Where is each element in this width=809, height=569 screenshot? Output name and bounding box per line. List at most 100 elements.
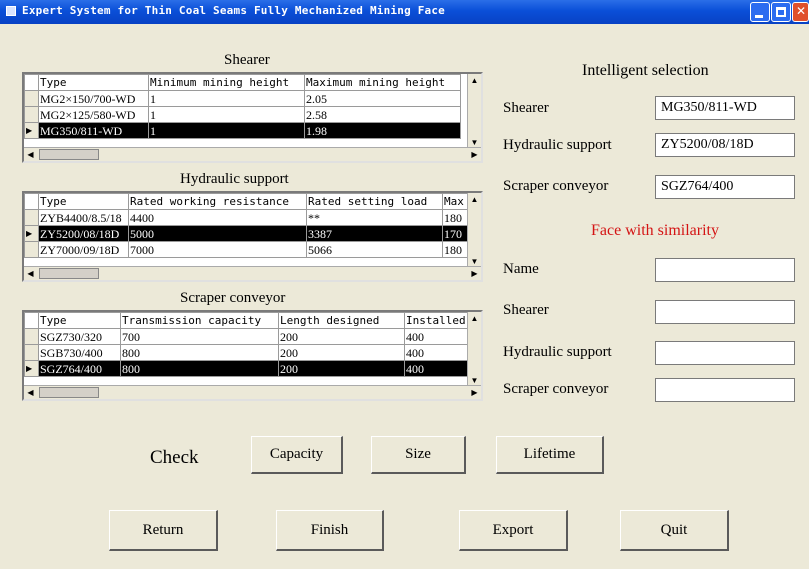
table-row[interactable]: SGB730/400 800 200 400 [24,344,471,361]
scroll-right-icon[interactable]: ▶ [468,148,481,161]
row-indicator[interactable] [24,344,39,361]
scroll-left-icon[interactable]: ◀ [24,148,37,161]
table-cell[interactable]: 7000 [128,241,307,258]
similar-hydraulic-field[interactable] [655,341,795,365]
shearer-vscroll[interactable]: ▲ ▼ [467,74,481,149]
table-cell[interactable]: 2.05 [304,90,461,107]
table-cell[interactable]: ZYB4400/8.5/18 [38,209,129,226]
selected-shearer-field[interactable]: MG350/811-WD [655,96,795,120]
scroll-thumb[interactable] [39,387,99,398]
conveyor-vscroll[interactable]: ▲ ▼ [467,312,481,387]
similar-shearer-field[interactable] [655,300,795,324]
row-indicator[interactable] [24,90,39,107]
table-cell[interactable]: SGZ730/320 [38,328,121,345]
column-header[interactable]: Rated working resistance [128,193,307,210]
table-cell[interactable]: 400 [404,328,471,345]
table-row[interactable]: ZY7000/09/18D 7000 5066 180 [24,241,473,258]
table-cell[interactable]: 1 [148,106,305,123]
column-header[interactable]: Type [38,74,149,91]
column-header[interactable]: Type [38,312,121,329]
row-indicator[interactable] [24,328,39,345]
quit-button[interactable]: Quit [620,510,729,551]
column-header[interactable]: Installed [404,312,471,329]
row-indicator[interactable] [24,106,39,123]
selected-hydraulic-field[interactable]: ZY5200/08/18D [655,133,795,157]
size-button[interactable]: Size [371,436,466,474]
table-cell[interactable]: MG350/811-WD [38,122,149,139]
table-cell[interactable]: 5066 [306,241,443,258]
table-cell[interactable]: ** [306,209,443,226]
lifetime-button[interactable]: Lifetime [496,436,604,474]
row-indicator[interactable]: ▶ [24,122,39,139]
table-row[interactable]: ZYB4400/8.5/18 4400 ** 180 [24,209,473,226]
scroll-up-icon[interactable]: ▲ [468,74,481,87]
scroll-right-icon[interactable]: ▶ [468,386,481,399]
similar-conveyor-field[interactable] [655,378,795,402]
hydraulic-vscroll[interactable]: ▲ ▼ [467,193,481,268]
scroll-left-icon[interactable]: ◀ [24,267,37,280]
column-header[interactable]: Transmission capacity [120,312,279,329]
return-button[interactable]: Return [109,510,218,551]
row-indicator[interactable] [24,209,39,226]
table-cell[interactable]: 2.58 [304,106,461,123]
similar-conveyor-label: Scraper conveyor [503,381,609,397]
app-icon[interactable] [6,6,16,16]
row-indicator [24,74,39,91]
table-cell[interactable]: 5000 [128,225,307,242]
capacity-button[interactable]: Capacity [251,436,343,474]
scroll-right-icon[interactable]: ▶ [468,267,481,280]
table-cell[interactable]: 400 [404,344,471,361]
scroll-thumb[interactable] [39,149,99,160]
table-cell[interactable]: 3387 [306,225,443,242]
hydraulic-hscroll[interactable]: ◀ ▶ [24,266,481,280]
table-cell[interactable]: 1 [148,90,305,107]
table-cell[interactable]: MG2×150/700-WD [38,90,149,107]
table-cell[interactable]: 1 [148,122,305,139]
table-row[interactable]: MG2×125/580-WD 1 2.58 [24,106,461,123]
scroll-thumb[interactable] [39,268,99,279]
table-row[interactable]: ▶ MG350/811-WD 1 1.98 [24,122,461,139]
table-cell[interactable]: SGZ764/400 [38,360,121,377]
column-header[interactable]: Minimum mining height [148,74,305,91]
column-header[interactable]: Maximum mining height [304,74,461,91]
table-cell[interactable]: 800 [120,360,279,377]
table-cell[interactable]: 200 [278,344,405,361]
shearer-hscroll[interactable]: ◀ ▶ [24,147,481,161]
row-indicator[interactable] [24,241,39,258]
close-button[interactable] [792,2,809,22]
scroll-up-icon[interactable]: ▲ [468,193,481,206]
conveyor-grid[interactable]: Type Transmission capacity Length designed… [22,310,483,401]
similar-hydraulic-label: Hydraulic support [503,344,612,360]
table-cell[interactable]: 200 [278,328,405,345]
finish-button[interactable]: Finish [276,510,384,551]
table-row[interactable]: ▶ ZY5200/08/18D 5000 3387 170 [24,225,473,242]
row-indicator[interactable]: ▶ [24,225,39,242]
scroll-up-icon[interactable]: ▲ [468,312,481,325]
table-cell[interactable]: 4400 [128,209,307,226]
table-cell[interactable]: 700 [120,328,279,345]
minimize-button[interactable] [750,2,770,22]
hydraulic-grid[interactable]: Type Rated working resistance Rated settin… [22,191,483,282]
selected-conveyor-field[interactable]: SGZ764/400 [655,175,795,199]
conveyor-hscroll[interactable]: ◀ ▶ [24,385,481,399]
column-header[interactable]: Rated setting load [306,193,443,210]
table-cell[interactable]: SGB730/400 [38,344,121,361]
maximize-button[interactable] [771,2,791,22]
row-indicator[interactable]: ▶ [24,360,39,377]
export-button[interactable]: Export [459,510,568,551]
table-cell[interactable]: ZY5200/08/18D [38,225,129,242]
table-cell[interactable]: MG2×125/580-WD [38,106,149,123]
table-cell[interactable]: 1.98 [304,122,461,139]
table-cell[interactable]: 400 [404,360,471,377]
scroll-left-icon[interactable]: ◀ [24,386,37,399]
table-cell[interactable]: ZY7000/09/18D [38,241,129,258]
column-header[interactable]: Type [38,193,129,210]
table-row[interactable]: SGZ730/320 700 200 400 [24,328,471,345]
column-header[interactable]: Length designed [278,312,405,329]
table-cell[interactable]: 800 [120,344,279,361]
table-row[interactable]: ▶ SGZ764/400 800 200 400 [24,360,471,377]
table-cell[interactable]: 200 [278,360,405,377]
shearer-grid[interactable]: Type Minimum mining height Maximum mining … [22,72,483,163]
table-row[interactable]: MG2×150/700-WD 1 2.05 [24,90,461,107]
similar-name-field[interactable] [655,258,795,282]
